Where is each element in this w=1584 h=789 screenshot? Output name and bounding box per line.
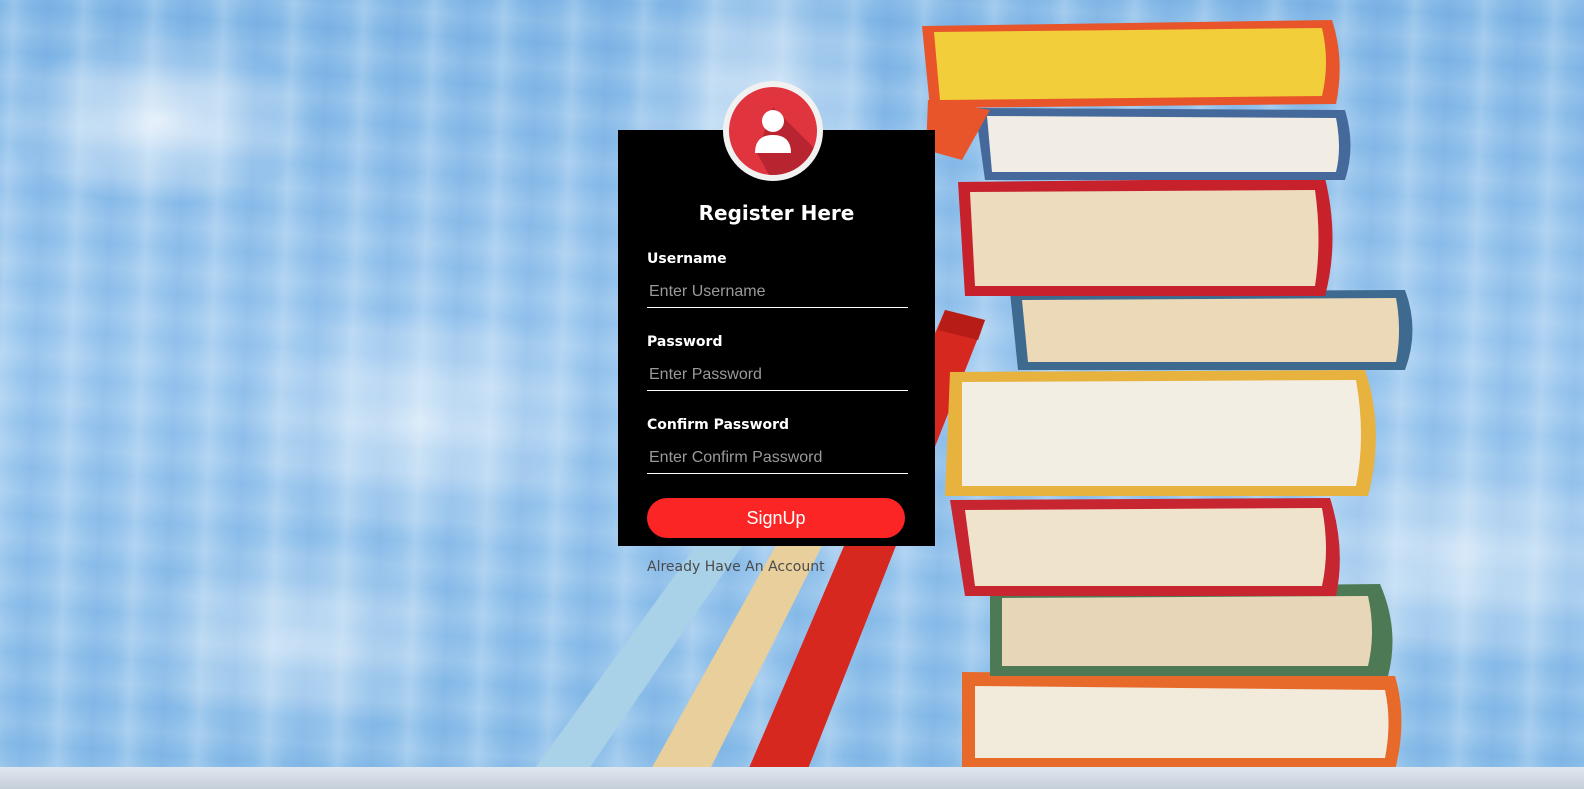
shelf xyxy=(0,767,1584,789)
avatar xyxy=(723,81,823,181)
signup-button[interactable]: SignUp xyxy=(647,498,905,538)
password-label: Password xyxy=(647,334,723,350)
user-icon xyxy=(755,107,817,175)
book-stack xyxy=(922,20,1413,770)
login-link[interactable]: Already Have An Account xyxy=(647,559,825,575)
register-form: Register Here Username Password Confirm … xyxy=(618,130,935,546)
page-background: Register Here Username Password Confirm … xyxy=(0,0,1584,789)
password-input[interactable] xyxy=(647,359,908,391)
confirm-password-input[interactable] xyxy=(647,442,908,474)
form-title: Register Here xyxy=(698,201,855,225)
username-input[interactable] xyxy=(647,276,908,308)
username-label: Username xyxy=(647,251,727,267)
confirm-password-label: Confirm Password xyxy=(647,417,790,433)
avatar-circle xyxy=(729,87,817,175)
